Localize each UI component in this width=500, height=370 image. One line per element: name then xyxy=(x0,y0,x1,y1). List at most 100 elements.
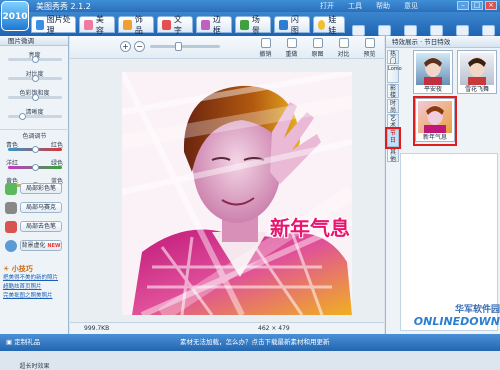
window-buttons: – □ × xyxy=(457,1,497,10)
tab-accessories[interactable]: 饰品 xyxy=(118,15,154,35)
tips-title-text: 小技巧 xyxy=(11,265,33,273)
status-message-link[interactable]: 素材无法加载，怎么办？点击下载最新素材和用更新 xyxy=(180,334,330,351)
local-decolor-label: 局部去色笔 xyxy=(20,221,62,232)
thumb-image xyxy=(416,53,450,85)
tab-text[interactable]: 文字 xyxy=(157,15,193,35)
custom-gift-link[interactable]: ▣ 定制礼品 xyxy=(6,334,40,351)
tab-beauty[interactable]: 美容 xyxy=(79,15,115,35)
zoom-out-button[interactable]: − xyxy=(134,41,145,52)
undo-icon xyxy=(260,38,271,48)
tab-flash[interactable]: 闪图 xyxy=(274,14,310,35)
tab-image-processing[interactable]: 图片处理 xyxy=(31,14,76,35)
overlay-text: 新年气息 xyxy=(270,216,350,240)
resize-icon xyxy=(482,25,495,36)
local-color-brush-label: 局部彩色笔 xyxy=(20,183,62,194)
redo-icon xyxy=(286,38,297,48)
canvas-area: 新年气息 xyxy=(70,59,384,322)
cyan-red-knob[interactable] xyxy=(32,146,39,153)
text-icon xyxy=(162,19,171,30)
save-icon xyxy=(378,25,391,36)
tip-link-2[interactable]: 超酷炫首页照片 xyxy=(3,283,67,292)
contrast-knob[interactable] xyxy=(32,75,39,82)
compare-label: 对比 xyxy=(337,51,350,58)
right-panel: 特效展示 · 节日特效 热门 Lomo 影楼 时尚 艺术 节日 其他 平安夜 雪… xyxy=(385,36,500,334)
effects-header: 特效展示 · 节日特效 xyxy=(386,36,500,48)
background-blur-button[interactable]: 背景虚化 NEW xyxy=(5,239,62,252)
local-mosaic-button[interactable]: 局部马赛克 xyxy=(5,201,62,214)
vtab-festival[interactable]: 节日 xyxy=(385,127,401,149)
vtab-fashion[interactable]: 时尚 xyxy=(387,99,399,114)
compare-button[interactable]: 对比 xyxy=(333,38,354,58)
preview-icon xyxy=(364,38,375,48)
sharpness-knob[interactable] xyxy=(19,113,26,120)
vtab-art[interactable]: 艺术 xyxy=(387,114,399,129)
save-as-icon xyxy=(404,25,417,36)
undo-button[interactable]: 撤销 xyxy=(255,38,276,58)
effect-thumb-christmas-eve[interactable]: 平安夜 xyxy=(413,50,453,94)
tip-link-3[interactable]: 完美批图之照美照片 xyxy=(3,292,67,301)
background-blur-text: 背景虚化 xyxy=(21,242,46,249)
zoom-slider[interactable] xyxy=(150,42,220,51)
sharpness-track[interactable] xyxy=(8,115,62,118)
brightness-knob[interactable] xyxy=(32,56,39,63)
maximize-button[interactable]: □ xyxy=(471,1,483,10)
preview-button[interactable]: 预览 xyxy=(359,38,380,58)
color-tone-header: 色调调节 xyxy=(22,133,47,140)
site-watermark: 华军软件园 ONLINEDOWN xyxy=(411,302,500,334)
original-button[interactable]: 原图 xyxy=(307,38,328,58)
zoom-knob[interactable] xyxy=(175,42,183,51)
canvas-toolbar: + − 撤销 重做 原图 对比 预览 xyxy=(70,36,384,59)
tab-label: 闪图 xyxy=(290,14,299,35)
tab-label: 场景 xyxy=(251,14,260,35)
menu-item-help[interactable]: 帮助 xyxy=(376,1,390,11)
decolor-icon xyxy=(5,220,17,233)
portrait-thumb-icon xyxy=(468,57,486,85)
portrait-image xyxy=(122,72,352,315)
scene-icon xyxy=(240,19,249,30)
tab-label: 图片处理 xyxy=(46,14,71,35)
crop-icon xyxy=(430,25,443,36)
menu-item-open[interactable]: 打开 xyxy=(320,1,334,11)
doll-icon xyxy=(318,19,326,30)
redo-label: 重做 xyxy=(285,51,298,58)
tab-label: 娃娃 xyxy=(328,14,337,35)
vtab-lomo[interactable]: Lomo xyxy=(387,65,402,83)
watermark-cn: 华军软件园 xyxy=(454,305,500,315)
title-bar: 美图秀秀 2.1.2 打开 工具 帮助 意见 – □ × xyxy=(0,0,500,12)
mosaic-icon xyxy=(5,201,17,214)
minimize-button[interactable]: – xyxy=(457,1,469,10)
tab-doll[interactable]: 娃娃 xyxy=(313,14,345,35)
effect-thumb-snowflakes[interactable]: 雪花飞舞 xyxy=(457,50,497,94)
edited-photo[interactable]: 新年气息 xyxy=(122,72,352,315)
selected-effect-highlight xyxy=(413,96,457,146)
custom-gift-text: 定制礼品 xyxy=(14,338,41,346)
thumb-caption: 雪花飞舞 xyxy=(464,86,489,93)
local-color-brush-button[interactable]: 局部彩色笔 xyxy=(5,182,62,195)
local-decolor-button[interactable]: 局部去色笔 xyxy=(5,220,62,233)
magenta-green-knob[interactable] xyxy=(32,164,39,171)
status-bar: ▣ 定制礼品 素材无法加载，怎么办？点击下载最新素材和用更新 xyxy=(0,334,500,351)
app-title: 美图秀秀 2.1.2 xyxy=(36,2,91,11)
menu-item-feedback[interactable]: 意见 xyxy=(404,1,418,11)
thumb-caption: 平安夜 xyxy=(423,86,442,93)
zoom-in-button[interactable]: + xyxy=(120,41,131,52)
blur-icon xyxy=(5,239,17,252)
gift-icon xyxy=(123,19,132,30)
close-button[interactable]: × xyxy=(485,1,497,10)
face-icon xyxy=(84,19,93,30)
saturation-knob[interactable] xyxy=(32,94,39,101)
menu-item-tools[interactable]: 工具 xyxy=(348,1,362,11)
thumb-image xyxy=(460,53,494,85)
vtab-hot[interactable]: 热门 xyxy=(387,50,399,65)
background-blur-label: 背景虚化 NEW xyxy=(20,240,62,251)
main-tab-bar: 图片处理 美容 饰品 文字 边框 场景 闪图 娃娃 打开 保存 另存 裁剪 旋转… xyxy=(0,12,500,47)
tip-link-1[interactable]: 把美得不美的新的照片 xyxy=(3,274,67,283)
preview-label: 预览 xyxy=(363,51,376,58)
left-footer[interactable]: 超长时效果 xyxy=(0,361,69,370)
redo-button[interactable]: 重做 xyxy=(281,38,302,58)
tips-box: ☀ 小技巧 把美得不美的新的照片 超酷炫首页照片 完美批图之照美照片 xyxy=(3,264,67,301)
tab-scene[interactable]: 场景 xyxy=(235,14,271,35)
vtab-other[interactable]: 其他 xyxy=(387,148,399,163)
tab-border[interactable]: 边框 xyxy=(196,15,232,35)
vtab-studio[interactable]: 影楼 xyxy=(387,84,399,99)
